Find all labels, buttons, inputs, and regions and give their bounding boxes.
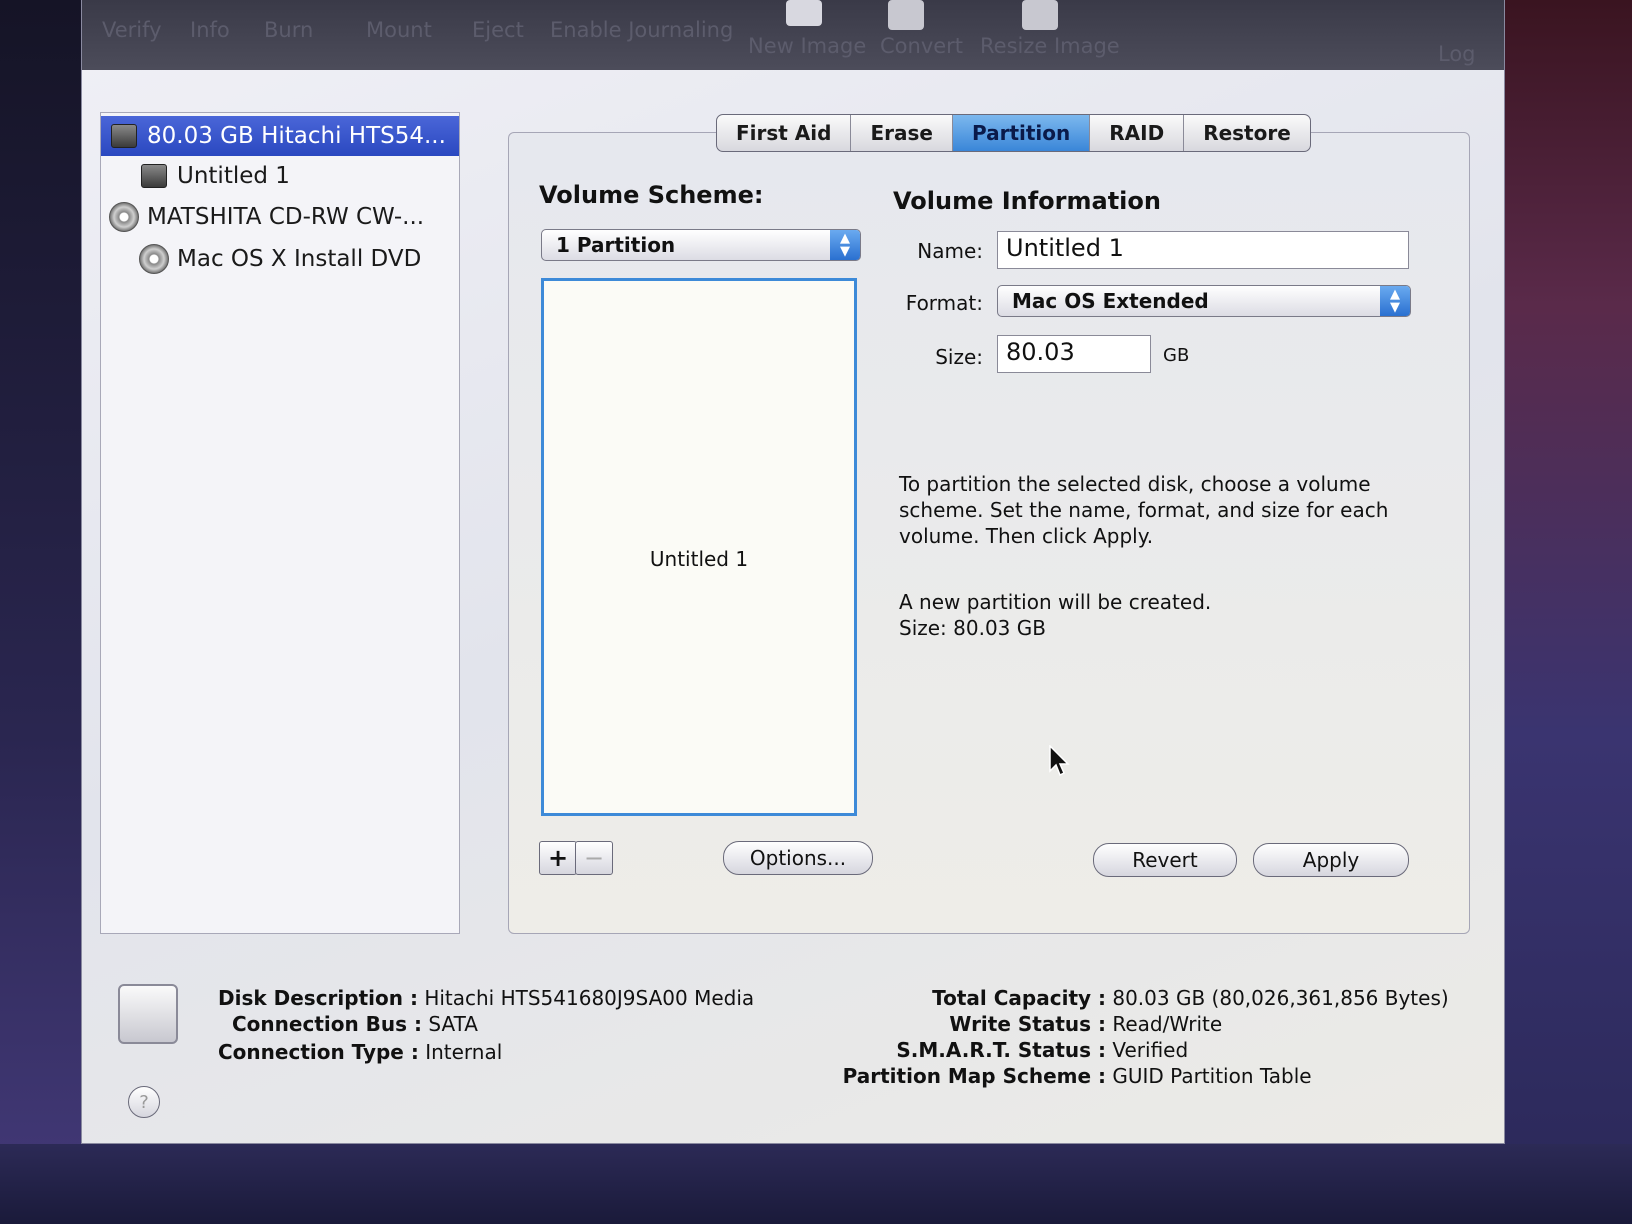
sidebar-item-label: 80.03 GB Hitachi HTS54...: [147, 123, 446, 149]
disk-list-sidebar: 80.03 GB Hitachi HTS54... Untitled 1 MAT…: [100, 112, 460, 934]
size-unit-label: GB: [1163, 345, 1190, 366]
mouse-cursor-icon: [1049, 745, 1070, 777]
write-status-key: Write Status :: [949, 1012, 1106, 1036]
desktop-background-right: [1500, 0, 1632, 1224]
size-label: Size:: [935, 345, 983, 369]
remove-partition-button[interactable]: −: [575, 841, 613, 875]
eject-toolbar-button[interactable]: Eject: [472, 18, 524, 42]
tab-partition[interactable]: Partition: [952, 115, 1091, 151]
hard-disk-icon: [111, 124, 137, 148]
new-image-toolbar-button[interactable]: New Image: [748, 34, 866, 58]
tab-erase[interactable]: Erase: [851, 115, 953, 151]
sidebar-item-label: Untitled 1: [177, 163, 290, 189]
toolbar: Verify Info Burn Mount Eject Enable Jour…: [82, 0, 1504, 70]
connection-bus-key: Connection Bus :: [232, 1012, 423, 1036]
name-field[interactable]: Untitled 1: [997, 231, 1409, 269]
connection-bus-row: Connection Bus : SATA: [232, 1012, 478, 1036]
format-value: Mac OS Extended: [1012, 289, 1209, 313]
disk-description-value: Hitachi HTS541680J9SA00 Media: [424, 986, 755, 1010]
disk-utility-window: Verify Info Burn Mount Eject Enable Jour…: [82, 0, 1504, 1143]
partition-map[interactable]: Untitled 1: [541, 278, 857, 816]
format-popup[interactable]: Mac OS Extended ▲ ▼: [997, 285, 1411, 317]
volume-scheme-heading: Volume Scheme:: [539, 181, 764, 209]
connection-type-row: Connection Type : Internal: [218, 1040, 502, 1064]
smart-status-value: Verified: [1112, 1038, 1189, 1062]
popup-arrows-icon: ▲ ▼: [830, 230, 860, 260]
disk-description-row: Disk Description : Hitachi HTS541680J9SA…: [218, 986, 754, 1010]
partition-map-scheme-key: Partition Map Scheme :: [842, 1064, 1106, 1088]
partition-label: Untitled 1: [649, 547, 749, 571]
add-partition-button[interactable]: +: [539, 841, 577, 875]
volume-information-heading: Volume Information: [893, 187, 1161, 215]
mount-toolbar-button[interactable]: Mount: [366, 18, 432, 42]
log-toolbar-button[interactable]: Log: [1438, 42, 1476, 66]
desktop-background-bottom: [0, 1144, 1632, 1224]
smart-status-row: S.M.A.R.T. Status : Verified: [782, 1038, 1188, 1062]
desktop-background-left: [0, 0, 84, 1224]
help-button[interactable]: ?: [128, 1086, 160, 1118]
tab-first-aid[interactable]: First Aid: [717, 115, 852, 151]
volume-icon: [141, 164, 167, 188]
revert-button[interactable]: Revert: [1093, 843, 1237, 877]
connection-type-value: Internal: [425, 1040, 503, 1064]
partition-map-scheme-value: GUID Partition Table: [1112, 1064, 1312, 1088]
verify-toolbar-button[interactable]: Verify: [102, 18, 162, 42]
write-status-row: Write Status : Read/Write: [862, 1012, 1222, 1036]
convert-toolbar-button[interactable]: Convert: [880, 34, 963, 58]
partition-status-line-2: Size: 80.03 GB: [899, 616, 1046, 640]
popup-arrows-icon: ▲ ▼: [1380, 286, 1410, 316]
volume-scheme-popup[interactable]: 1 Partition ▲ ▼: [541, 229, 861, 261]
total-capacity-value: 80.03 GB (80,026,361,856 Bytes): [1112, 986, 1449, 1010]
selected-disk-icon: [118, 984, 178, 1044]
tab-raid[interactable]: RAID: [1090, 115, 1185, 151]
new-image-icon: [786, 0, 822, 26]
size-field[interactable]: 80.03: [997, 335, 1151, 373]
total-capacity-row: Total Capacity : 80.03 GB (80,026,361,85…: [862, 986, 1449, 1010]
format-label: Format:: [905, 291, 983, 315]
info-toolbar-button[interactable]: Info: [190, 18, 230, 42]
apply-button[interactable]: Apply: [1253, 843, 1409, 877]
partition-status-line-1: A new partition will be created.: [899, 590, 1212, 614]
sidebar-item-install-dvd[interactable]: Mac OS X Install DVD: [101, 239, 459, 279]
sidebar-item-cd-drive[interactable]: MATSHITA CD-RW CW-...: [101, 197, 459, 237]
sidebar-item-hitachi-disk[interactable]: 80.03 GB Hitachi HTS54...: [101, 116, 459, 156]
disk-description-key: Disk Description :: [218, 986, 418, 1010]
sidebar-item-untitled-volume[interactable]: Untitled 1: [101, 156, 459, 196]
options-button[interactable]: Options...: [723, 841, 873, 875]
tab-restore[interactable]: Restore: [1184, 115, 1310, 151]
optical-drive-icon: [109, 202, 139, 232]
resize-image-icon: [1022, 0, 1058, 30]
partition-panel: Volume Scheme: 1 Partition ▲ ▼ Untitled 1…: [508, 132, 1470, 934]
sidebar-item-label: MATSHITA CD-RW CW-...: [147, 204, 425, 230]
volume-scheme-value: 1 Partition: [556, 233, 676, 257]
burn-toolbar-button[interactable]: Burn: [264, 18, 313, 42]
partition-map-scheme-row: Partition Map Scheme : GUID Partition Ta…: [782, 1064, 1312, 1088]
enable-journaling-toolbar-button[interactable]: Enable Journaling: [550, 18, 733, 42]
total-capacity-key: Total Capacity :: [932, 986, 1106, 1010]
sidebar-item-label: Mac OS X Install DVD: [177, 246, 422, 272]
write-status-value: Read/Write: [1112, 1012, 1223, 1036]
partition-help-text: To partition the selected disk, choose a…: [899, 472, 1389, 548]
name-label: Name:: [917, 239, 983, 263]
connection-type-key: Connection Type :: [218, 1040, 419, 1064]
connection-bus-value: SATA: [428, 1012, 478, 1036]
smart-status-key: S.M.A.R.T. Status :: [896, 1038, 1106, 1062]
convert-icon: [888, 0, 924, 30]
resize-image-toolbar-button[interactable]: Resize Image: [980, 34, 1120, 58]
tab-bar: First Aid Erase Partition RAID Restore: [716, 114, 1311, 152]
dvd-icon: [139, 244, 169, 274]
